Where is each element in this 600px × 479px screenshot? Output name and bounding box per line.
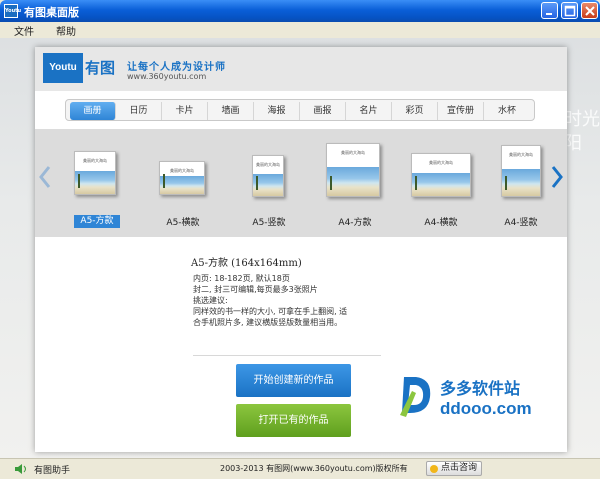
maximize-icon — [564, 5, 576, 17]
copyright-text: 2003-2013 有图网(www.360youtu.com)版权所有 — [220, 464, 408, 473]
tab-card[interactable]: 卡片 — [162, 102, 208, 120]
arrow-left-icon[interactable] — [38, 165, 52, 189]
speaker-icon[interactable] — [14, 463, 28, 475]
product-detail-text: 内页: 18-182页, 默认18页 封二, 封三可编辑,每页最多3张照片 挑选… — [193, 274, 348, 327]
tab-pictorial[interactable]: 画报 — [300, 102, 346, 120]
album-thumbnail: 美丽的大海岛 — [501, 145, 541, 197]
tab-business-card[interactable]: 名片 — [346, 102, 392, 120]
create-new-button[interactable]: 开始创建新的作品 — [236, 364, 351, 397]
watermark-cn: 多多软件站 — [440, 379, 521, 398]
product-label: A4-方款 — [338, 218, 372, 228]
tab-calendar[interactable]: 日历 — [116, 102, 162, 120]
product-strip: 美丽的大海岛 A5-方款 美丽的大海岛 A5-横款 美丽的大海岛 A5-竖款 美… — [35, 129, 567, 237]
app-icon: Youtu — [4, 4, 21, 18]
tab-brochure[interactable]: 宣传册 — [438, 102, 484, 120]
tab-mug[interactable]: 水杯 — [484, 102, 530, 120]
logo-cn: 有图 — [85, 59, 116, 77]
maximize-button[interactable] — [561, 2, 578, 19]
watermark-en: ddooo.com — [440, 399, 532, 418]
close-icon — [585, 6, 595, 16]
product-item[interactable]: 美丽的大海岛 A5-竖款 — [229, 135, 309, 231]
close-button[interactable] — [581, 2, 598, 19]
qq-icon — [430, 465, 438, 473]
category-tabs: 画册 日历 卡片 墙画 海报 画报 名片 彩页 宣传册 水杯 — [65, 99, 535, 121]
background-decor-text: 时光 阳 — [564, 109, 600, 154]
tab-flyer[interactable]: 彩页 — [392, 102, 438, 120]
assistant-label[interactable]: 有图助手 — [34, 463, 70, 476]
tab-wall-art[interactable]: 墙画 — [208, 102, 254, 120]
window-title: 有图桌面版 — [24, 6, 79, 19]
logo: Youtu — [43, 53, 83, 83]
product-item[interactable]: 美丽的大海岛 A5-横款 — [143, 135, 223, 231]
menu-help[interactable]: 帮助 — [56, 23, 76, 38]
product-item[interactable]: 美丽的大海岛 A4-方款 — [315, 135, 395, 231]
album-thumbnail: 美丽的大海岛 — [74, 151, 116, 195]
status-bar: 有图助手 2003-2013 有图网(www.360youtu.com)版权所有… — [0, 458, 600, 479]
divider — [193, 355, 381, 356]
consult-button[interactable]: 点击咨询 — [426, 461, 482, 476]
product-label: A5-横款 — [166, 218, 200, 228]
menu-bar: 文件 帮助 — [0, 22, 600, 38]
menu-file[interactable]: 文件 — [14, 23, 34, 38]
album-thumbnail: 美丽的大海岛 — [159, 161, 205, 195]
tab-album[interactable]: 画册 — [70, 102, 116, 120]
minimize-button[interactable] — [541, 2, 558, 19]
consult-label: 点击咨询 — [441, 463, 478, 473]
slogan: 让每个人成为设计师 — [127, 62, 226, 73]
product-label: A5-竖款 — [252, 218, 286, 228]
product-item[interactable]: 美丽的大海岛 A5-方款 — [57, 135, 137, 231]
title-bar: Youtu 有图桌面版 — [0, 0, 600, 22]
product-item[interactable]: 美丽的大海岛 A4-竖款 — [481, 135, 561, 231]
album-thumbnail: 美丽的大海岛 — [326, 143, 380, 197]
minimize-icon — [546, 13, 552, 15]
product-label: A5-方款 — [74, 215, 120, 228]
header: Youtu 有图 让每个人成为设计师 www.360youtu.com — [35, 47, 567, 91]
logo-url: www.360youtu.com — [127, 72, 207, 81]
open-existing-button[interactable]: 打开已有的作品 — [236, 404, 351, 437]
product-detail-title: A5-方款 (164x164mm) — [191, 258, 302, 269]
product-item[interactable]: 美丽的大海岛 A4-横款 — [401, 135, 481, 231]
product-label: A4-横款 — [424, 218, 458, 228]
tab-poster[interactable]: 海报 — [254, 102, 300, 120]
product-label: A4-竖款 — [504, 218, 538, 228]
album-thumbnail: 美丽的大海岛 — [411, 153, 471, 197]
album-thumbnail: 美丽的大海岛 — [252, 155, 284, 197]
watermark-logo-icon — [400, 377, 431, 417]
